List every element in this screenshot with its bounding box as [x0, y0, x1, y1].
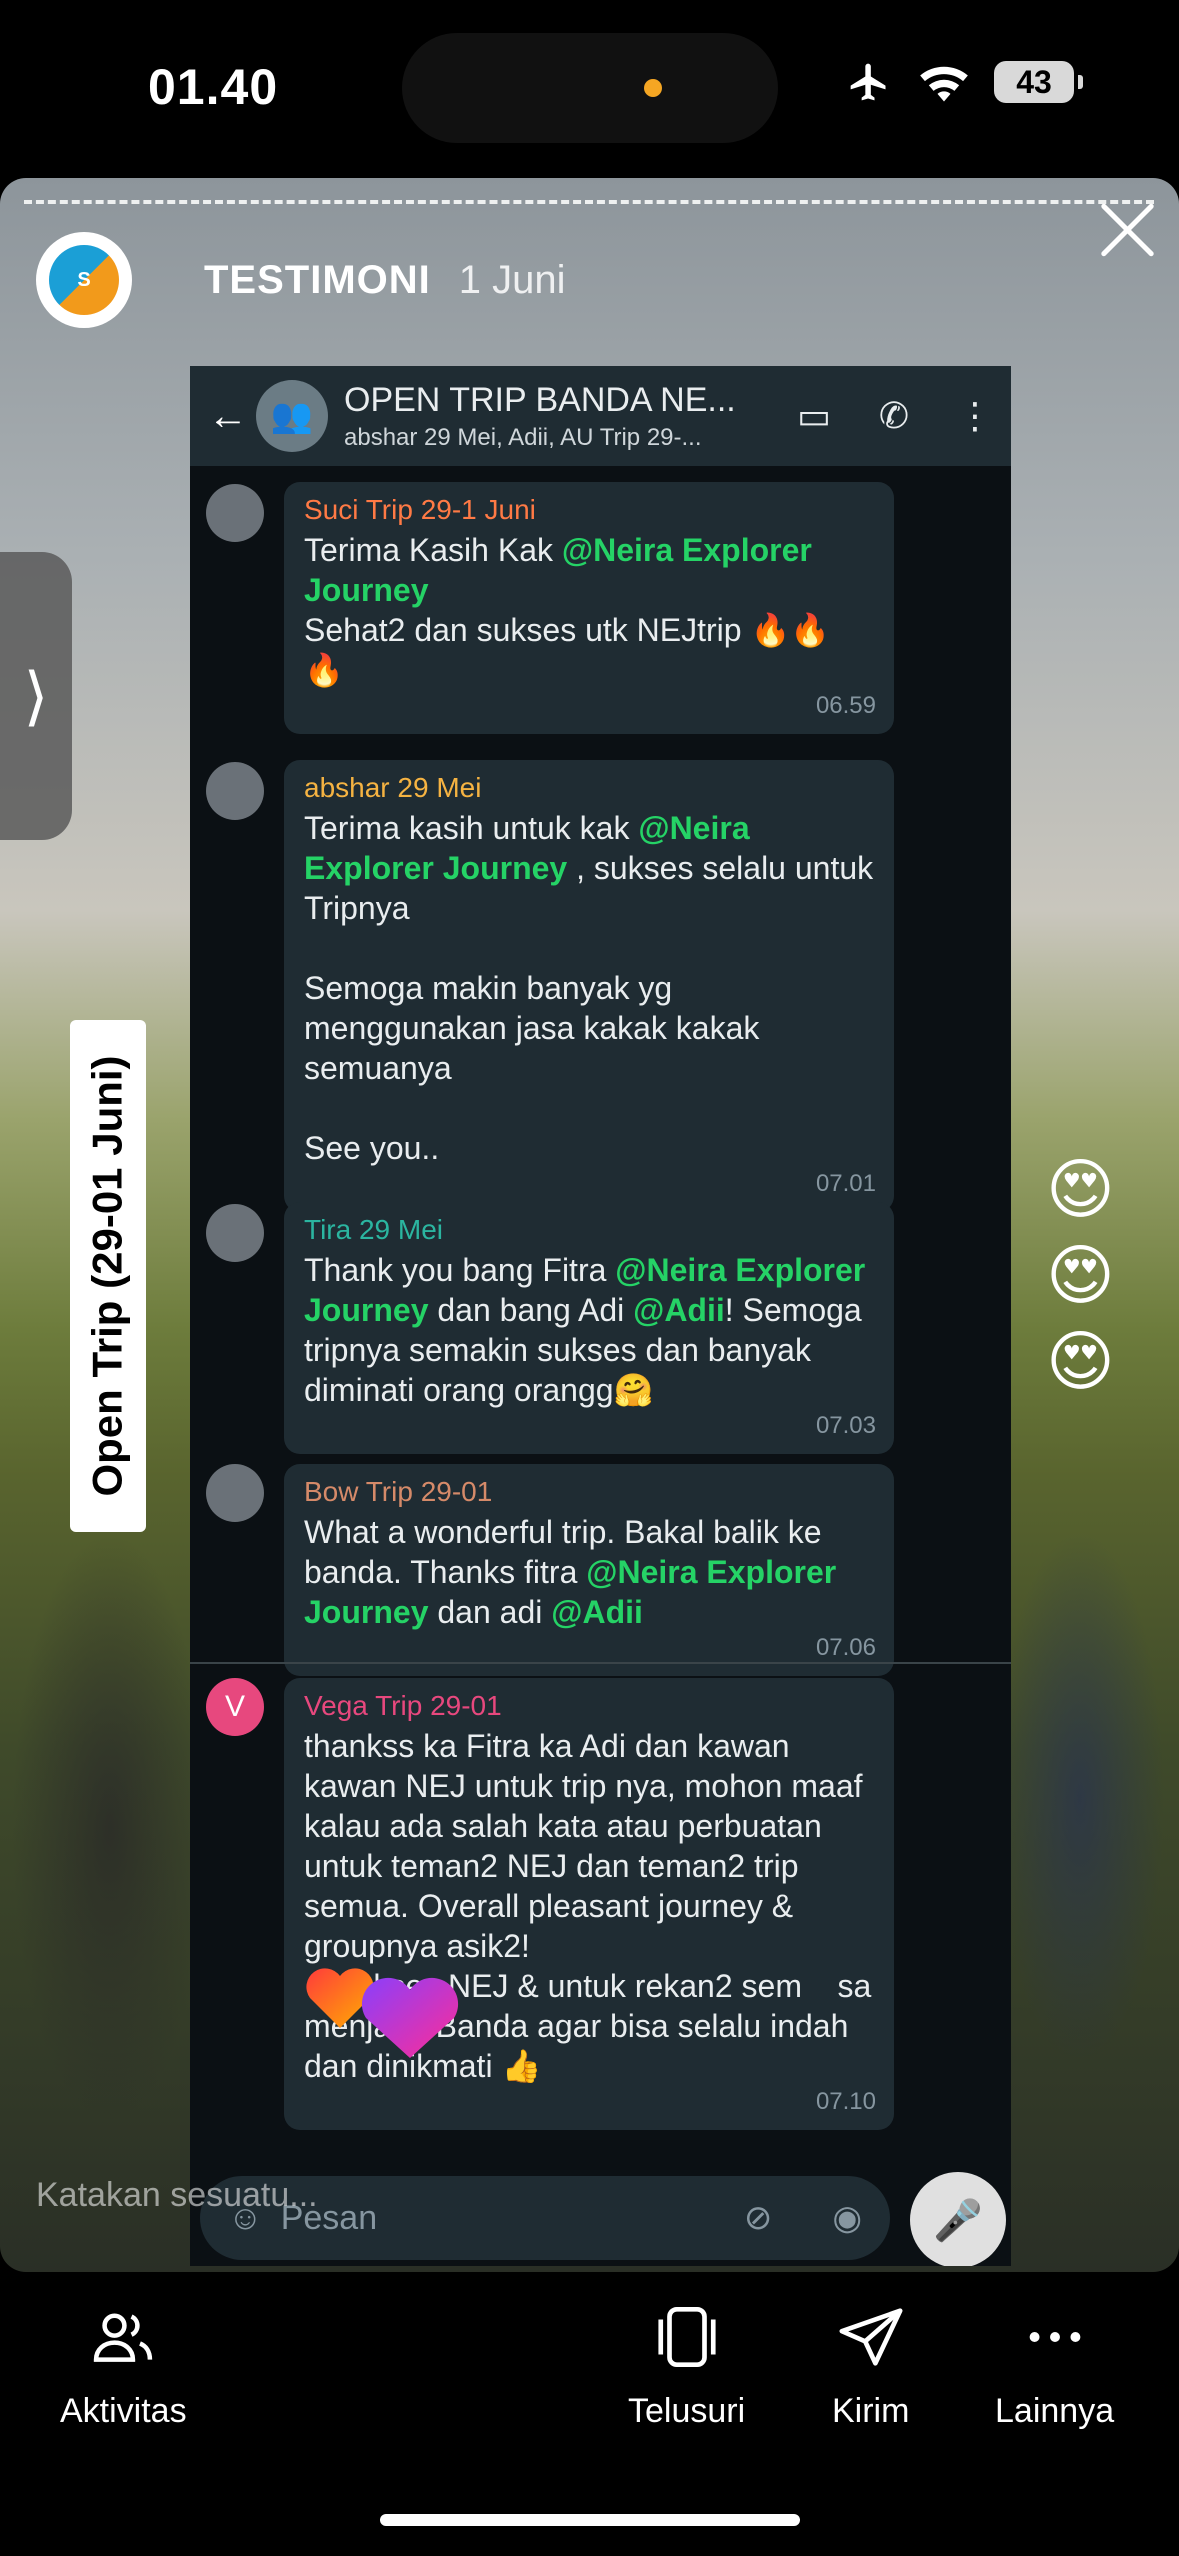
brand-logo: S [49, 245, 119, 315]
message-sender: abshar 29 Mei [304, 772, 482, 803]
status-icons: 43 [844, 60, 1083, 104]
sender-avatar [206, 484, 264, 542]
airplane-icon [850, 63, 886, 101]
reply-input[interactable]: Katakan sesuatu... [36, 2176, 318, 2215]
reaction-hearts [300, 1958, 500, 2084]
chat-message: Suci Trip 29-1 Juni Terima Kasih Kak @Ne… [284, 482, 894, 734]
nav-aktivitas[interactable]: Aktivitas [60, 2302, 187, 2431]
recording-indicator [644, 79, 662, 97]
group-avatar-icon: 👥 [256, 380, 328, 452]
chat-message: abshar 29 Mei Terima kasih untuk kak @Ne… [284, 760, 894, 1212]
nav-telusuri[interactable]: Telusuri [628, 2302, 745, 2431]
phone-frame-icon [657, 2306, 716, 2368]
trip-label: Open Trip (29-01 Juni) [70, 1020, 146, 1532]
story-date: 1 Juni [458, 257, 566, 302]
account-name[interactable]: TESTIMONI [204, 258, 431, 303]
message-time: 07.03 [815, 1412, 876, 1439]
chat-title: OPEN TRIP BANDA NE... [344, 380, 736, 419]
message-sender: Suci Trip 29-1 Juni [304, 494, 536, 525]
chat-divider [190, 1662, 1011, 1664]
message-text: What a wonderful trip. Bakal balik ke ba… [304, 1514, 846, 1630]
message-time: 06.59 [815, 692, 876, 719]
emoji-sticker-stack: 😍 😍 😍 [1046, 1148, 1115, 1402]
heart-eyes-emoji: 😍 [1046, 1238, 1115, 1312]
sender-avatar: V [206, 1678, 264, 1736]
message-text: Thank you bang Fitra @Neira Explorer Jou… [304, 1252, 875, 1408]
heart-eyes-emoji: 😍 [1046, 1152, 1115, 1226]
home-indicator[interactable] [380, 2514, 800, 2526]
clock: 01.40 [148, 59, 279, 115]
chevron-right-icon[interactable]: ⟩ [0, 552, 72, 840]
microphone-icon: 🎤 [910, 2172, 1006, 2266]
message-time: 07.06 [815, 1634, 876, 1661]
story-progress-bar [24, 200, 1154, 204]
more-icon [1029, 2332, 1080, 2342]
people-icon [94, 2313, 153, 2362]
message-text: Terima kasih untuk kak @Neira Explorer J… [304, 810, 874, 1166]
wifi-icon [920, 66, 968, 102]
message-sender: Tira 29 Mei [304, 1214, 444, 1245]
sender-avatar [206, 1204, 264, 1262]
nav-lainnya[interactable]: Lainnya [995, 2302, 1114, 2431]
chat-subtitle: abshar 29 Mei, Adii, AU Trip 29-... [344, 423, 702, 451]
phone-icon: ✆ [878, 395, 909, 436]
close-icon[interactable] [1095, 198, 1159, 262]
heart-eyes-emoji: 😍 [1046, 1324, 1115, 1398]
message-text: Terima Kasih Kak @Neira Explorer Journey… [304, 532, 831, 688]
attach-icon: ⊘ [743, 2199, 773, 2237]
message-sender: Bow Trip 29-01 [304, 1476, 493, 1507]
story-header: S TESTIMONI 1 Juni [36, 230, 1159, 330]
message-sender: Vega Trip 29-01 [304, 1690, 502, 1721]
nav-kirim[interactable]: Kirim [832, 2302, 909, 2431]
more-vertical-icon: ⋮ [957, 395, 993, 436]
chat-header: ← 👥 OPEN TRIP BANDA NE... abshar 29 Mei,… [190, 366, 1011, 466]
battery-indicator: 43 [994, 61, 1083, 103]
story-viewer[interactable]: S TESTIMONI 1 Juni ⟩ ← 👥 OPEN TRIP BANDA… [0, 178, 1179, 2272]
send-icon [839, 2308, 903, 2366]
chat-message: Tira 29 Mei Thank you bang Fitra @Neira … [284, 1202, 894, 1454]
chat-message: Bow Trip 29-01 What a wonderful trip. Ba… [284, 1464, 894, 1676]
sender-avatar [206, 1464, 264, 1522]
heart-icon [306, 1968, 459, 2058]
status-bar: 01.40 43 [0, 0, 1179, 175]
message-time: 07.10 [815, 2088, 876, 2115]
back-arrow-icon: ← [208, 393, 248, 438]
video-call-icon: ▭ [796, 395, 831, 436]
account-avatar[interactable]: S [36, 232, 132, 328]
dynamic-island [402, 33, 778, 143]
chat-input-placeholder: Pesan [280, 2198, 378, 2237]
sender-avatar [206, 762, 264, 820]
camera-icon: ◉ [832, 2199, 862, 2237]
message-time: 07.01 [815, 1170, 876, 1197]
